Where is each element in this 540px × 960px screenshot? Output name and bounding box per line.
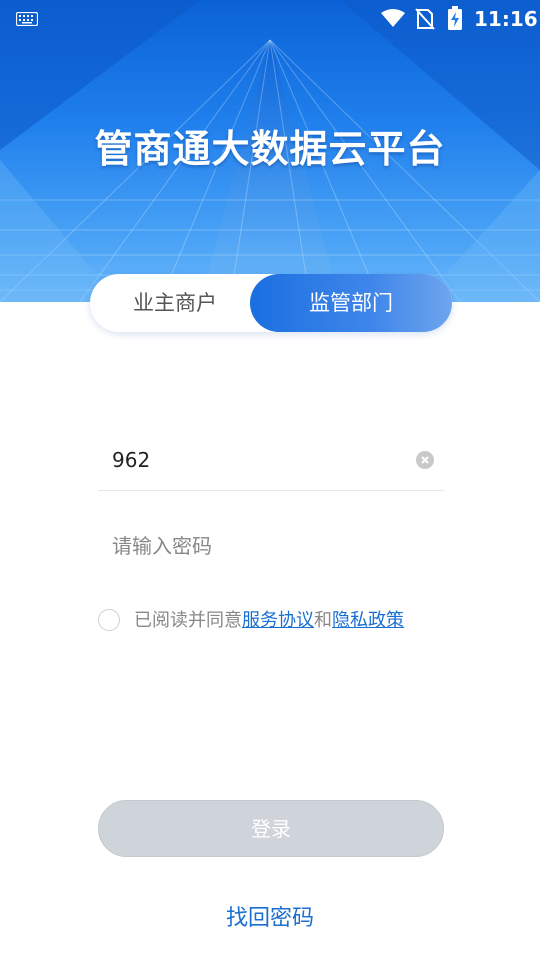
status-time: 11:16	[474, 7, 538, 31]
password-input[interactable]	[98, 516, 444, 576]
role-switch: 业主商户 监管部门	[90, 274, 452, 332]
privacy-policy-link[interactable]: 隐私政策	[332, 610, 404, 631]
agree-prefix: 已阅读并同意	[134, 610, 242, 631]
wifi-icon	[381, 9, 405, 27]
keyboard-icon	[16, 12, 38, 26]
no-sim-icon	[415, 8, 435, 30]
agree-and: 和	[314, 610, 332, 631]
battery-charging-icon	[448, 6, 462, 30]
tab-owner-merchant[interactable]: 业主商户	[90, 274, 260, 332]
app-title: 管商通大数据云平台	[94, 127, 446, 171]
password-field-wrapper	[98, 516, 444, 576]
tab-regulatory-department[interactable]: 监管部门	[250, 274, 452, 332]
service-agreement-link[interactable]: 服务协议	[242, 610, 314, 631]
username-input[interactable]	[98, 430, 444, 490]
login-button[interactable]: 登录	[98, 800, 444, 857]
clear-input-icon[interactable]	[416, 451, 434, 469]
forgot-password-link[interactable]: 找回密码	[0, 900, 540, 932]
status-bar: 11:16	[0, 0, 540, 36]
agree-checkbox[interactable]	[98, 609, 120, 631]
username-field-wrapper	[98, 430, 444, 491]
